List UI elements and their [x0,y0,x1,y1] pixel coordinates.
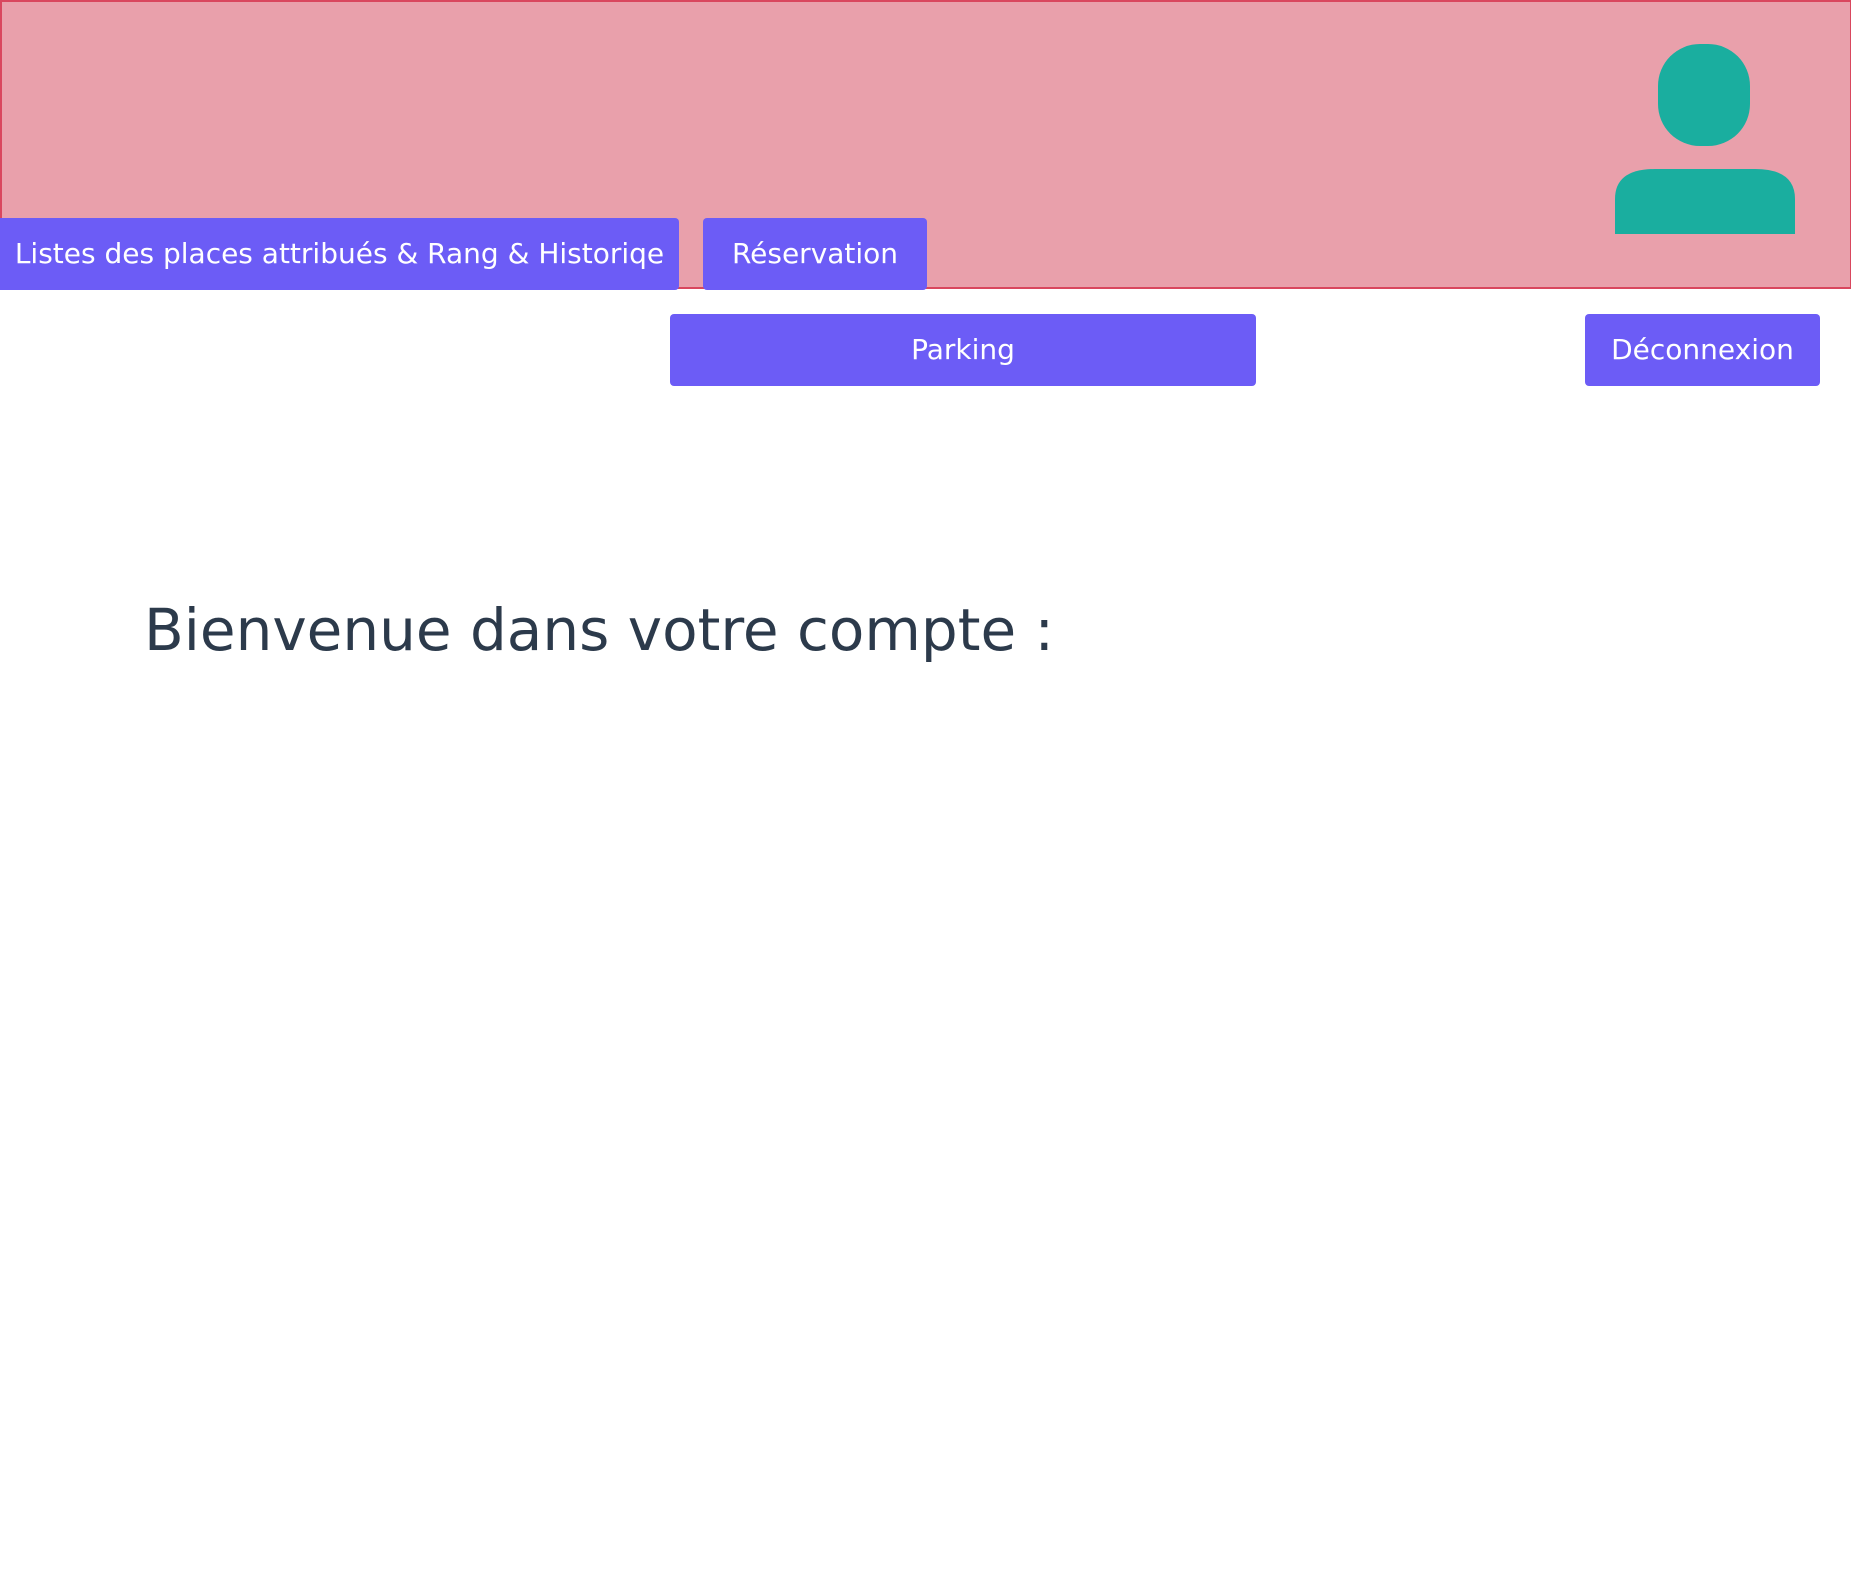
parking-button[interactable]: Parking [670,314,1256,386]
page: Listes des places attribués & Rang & His… [0,0,1851,1584]
reservation-button[interactable]: Réservation [703,218,927,290]
welcome-heading: Bienvenue dans votre compte : [144,596,1055,664]
places-rank-history-button[interactable]: Listes des places attribués & Rang & His… [0,218,679,290]
user-icon[interactable] [1615,44,1795,234]
logout-button[interactable]: Déconnexion [1585,314,1820,386]
